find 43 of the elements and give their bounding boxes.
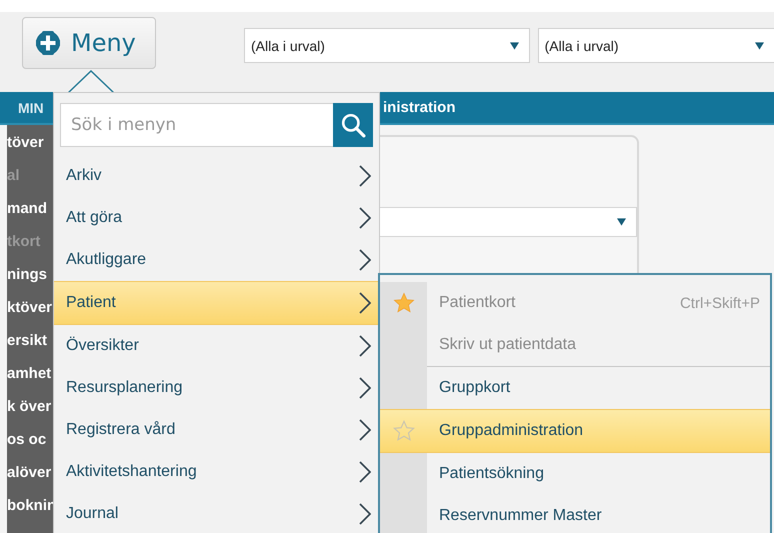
menu-item[interactable]: Resursplanering bbox=[54, 367, 379, 409]
plus-icon bbox=[35, 30, 61, 56]
menu-button[interactable]: Meny bbox=[22, 17, 156, 69]
menu-item[interactable]: Att göra bbox=[54, 197, 379, 239]
menu-item[interactable]: Aktivitetshantering bbox=[54, 451, 379, 493]
dropdown-arrow-icon bbox=[510, 42, 519, 50]
sidebar-item[interactable]: ersikt bbox=[7, 329, 55, 353]
menu-item[interactable]: Akutliggare bbox=[54, 239, 379, 281]
chevron-right-icon bbox=[359, 377, 371, 399]
submenu-item[interactable]: Gruppadministration bbox=[380, 409, 770, 453]
menu-item[interactable]: Journal bbox=[54, 493, 379, 533]
chevron-right-icon bbox=[359, 335, 371, 357]
chevron-right-icon bbox=[359, 165, 371, 187]
page-title: inistration bbox=[383, 99, 456, 116]
submenu-item[interactable]: Reservnummer Master bbox=[380, 495, 770, 533]
header-tab-text: MIN bbox=[18, 100, 44, 116]
chevron-right-icon bbox=[359, 461, 371, 483]
search-icon bbox=[340, 112, 366, 138]
submenu-item[interactable]: Gruppkort bbox=[380, 367, 770, 409]
dropdown-arrow-icon bbox=[617, 218, 626, 226]
sidebar-item[interactable]: ktöver bbox=[7, 296, 55, 320]
menu-item[interactable]: Översikter bbox=[54, 325, 379, 367]
chevron-right-icon bbox=[359, 503, 371, 525]
menu-item[interactable]: Patient bbox=[54, 281, 379, 325]
sidebar-item[interactable]: alöver bbox=[7, 461, 55, 485]
submenu-item[interactable]: Patientsökning bbox=[380, 453, 770, 495]
sidebar-item[interactable]: k över bbox=[7, 395, 55, 419]
dropdown-arrow-icon bbox=[755, 42, 764, 50]
search-button[interactable] bbox=[333, 103, 373, 147]
sidebar-item[interactable]: amhet bbox=[7, 362, 55, 386]
sidebar-item[interactable]: nings bbox=[7, 263, 55, 287]
sidebar-item[interactable]: os oc bbox=[7, 428, 55, 452]
menu-item[interactable]: Arkiv bbox=[54, 155, 379, 197]
chevron-right-icon bbox=[359, 292, 371, 314]
chevron-right-icon bbox=[359, 249, 371, 271]
shortcut-text: Ctrl+Skift+P bbox=[680, 294, 760, 312]
filter-dropdown[interactable]: (Alla i urval) bbox=[538, 28, 774, 63]
menu-item[interactable]: Registrera vård bbox=[54, 409, 379, 451]
chevron-right-icon bbox=[359, 419, 371, 441]
sidebar-item[interactable]: mand bbox=[7, 197, 55, 221]
sidebar-item[interactable]: töver bbox=[7, 131, 55, 155]
filter-dropdown[interactable]: (Alla i urval) bbox=[244, 28, 530, 63]
chevron-right-icon bbox=[359, 207, 371, 229]
